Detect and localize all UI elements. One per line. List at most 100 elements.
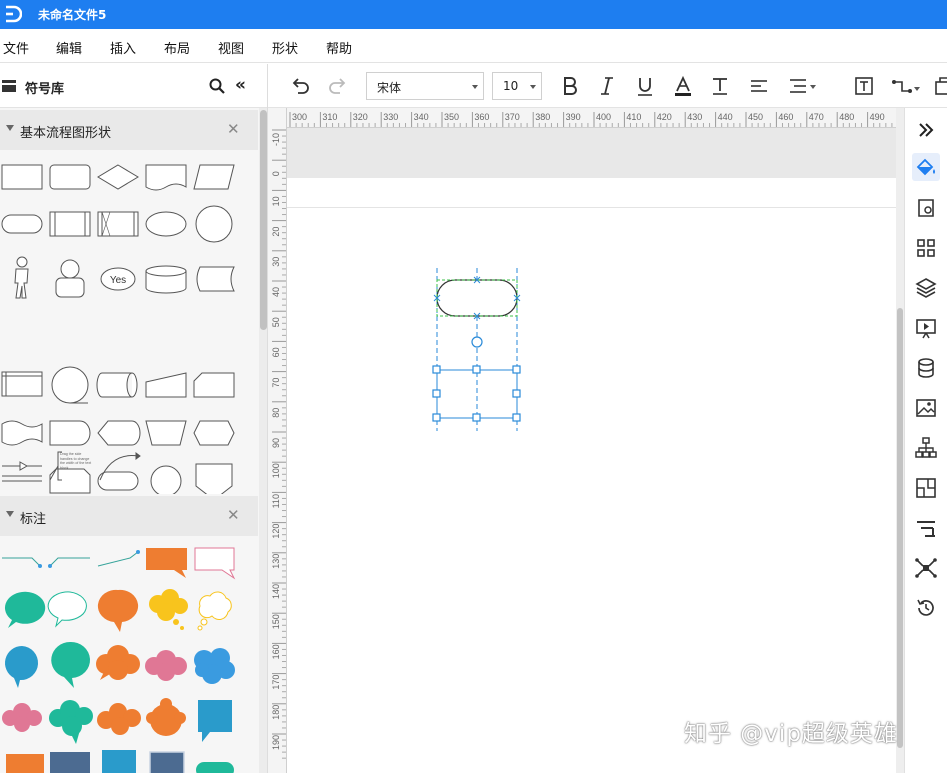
callout-line-1[interactable] xyxy=(2,557,42,568)
callout-cloud-blue[interactable] xyxy=(194,648,235,684)
shape-process[interactable] xyxy=(1,164,43,190)
shape-manual-op[interactable] xyxy=(97,211,139,237)
timeline-icon[interactable] xyxy=(912,514,940,542)
canvas-terminator-shape[interactable] xyxy=(436,279,518,317)
shape-terminator[interactable] xyxy=(1,214,43,234)
close-category-icon[interactable]: ✕ xyxy=(227,506,240,524)
shape-ellipse[interactable] xyxy=(145,211,187,237)
page-settings-icon[interactable] xyxy=(912,194,940,222)
callout-round-blue[interactable] xyxy=(4,646,39,688)
search-icon[interactable] xyxy=(209,78,225,94)
shape-arrow-line[interactable] xyxy=(2,461,42,471)
horizontal-ruler[interactable]: 300 310 320 330 340 350 360 370 380 390 400 410 420 4… xyxy=(287,108,896,128)
layers-icon[interactable] xyxy=(912,274,940,302)
arrange-icon[interactable] xyxy=(932,74,947,98)
category-basic-flowchart[interactable]: 基本流程图形状 ✕ xyxy=(0,110,258,150)
shape-internal-storage[interactable] xyxy=(1,371,43,397)
undo-icon[interactable] xyxy=(288,74,312,98)
shape-actor[interactable] xyxy=(14,256,29,299)
callout-pill-teal[interactable] xyxy=(196,762,234,773)
shape-preparation[interactable] xyxy=(193,420,235,446)
shape-curve-arrow[interactable] xyxy=(99,455,139,481)
menu-insert[interactable]: 插入 xyxy=(110,38,136,57)
callout-rect-teal-2[interactable] xyxy=(102,750,136,773)
callout-cloud-orange-2[interactable] xyxy=(97,703,141,735)
callout-thought-yellow[interactable] xyxy=(149,589,188,630)
sidebar-scrollbar-thumb[interactable] xyxy=(260,110,267,330)
callout-rect-pink-outline[interactable] xyxy=(194,547,236,580)
shape-manual-input[interactable] xyxy=(145,372,187,398)
line-spacing-icon[interactable] xyxy=(786,74,820,98)
shape-person[interactable] xyxy=(55,259,85,298)
shape-card[interactable] xyxy=(193,372,235,398)
italic-icon[interactable] xyxy=(595,74,619,98)
drawing-canvas[interactable] xyxy=(287,128,896,773)
underline-icon[interactable] xyxy=(633,74,657,98)
text-box-icon[interactable] xyxy=(852,74,876,98)
text-style-icon[interactable] xyxy=(708,74,732,98)
menu-shape[interactable]: 形状 xyxy=(272,38,298,57)
sidebar-scrollbar[interactable] xyxy=(259,108,267,773)
menu-edit[interactable]: 编辑 xyxy=(56,38,82,57)
expand-panel-icon[interactable] xyxy=(912,116,940,144)
close-category-icon[interactable]: ✕ xyxy=(227,120,240,138)
callout-line-3[interactable] xyxy=(97,550,140,567)
floor-plan-icon[interactable] xyxy=(912,474,940,502)
callout-round-teal[interactable] xyxy=(51,641,91,688)
menu-help[interactable]: 帮助 xyxy=(326,38,352,57)
callout-line-2[interactable] xyxy=(48,557,90,568)
callout-cloud-pink-2[interactable] xyxy=(2,703,42,732)
shape-predefined-process[interactable] xyxy=(49,211,91,237)
callout-cloud-pink[interactable] xyxy=(145,650,187,681)
shape-stored-data[interactable] xyxy=(196,266,235,292)
menu-layout[interactable]: 布局 xyxy=(164,38,190,57)
menu-file[interactable]: 文件 xyxy=(3,38,29,57)
bold-icon[interactable] xyxy=(558,74,582,98)
shape-document[interactable] xyxy=(145,164,187,191)
align-left-icon[interactable] xyxy=(747,74,771,98)
canvas-scrollbar-thumb[interactable] xyxy=(897,308,903,748)
history-icon[interactable] xyxy=(912,594,940,622)
callout-cloud-orange[interactable] xyxy=(96,645,140,680)
callout-oval-teal[interactable] xyxy=(4,591,46,628)
data-icon[interactable] xyxy=(912,354,940,382)
callout-cloud-teal[interactable] xyxy=(49,700,93,744)
callout-rect-navy-outline[interactable] xyxy=(149,751,185,773)
shape-data[interactable] xyxy=(193,164,235,190)
callout-oval-teal-outline[interactable] xyxy=(47,591,87,628)
shape-direct-data[interactable] xyxy=(96,372,138,398)
mind-map-icon[interactable] xyxy=(912,554,940,582)
shape-rounded-rect[interactable] xyxy=(49,164,91,190)
font-family-select[interactable]: 宋体 xyxy=(366,72,484,100)
shape-sequential-data[interactable] xyxy=(51,366,89,404)
shape-decision[interactable] xyxy=(97,164,139,190)
canvas-scrollbar[interactable] xyxy=(896,108,904,773)
menu-view[interactable]: 视图 xyxy=(218,38,244,57)
connector-style-icon[interactable] xyxy=(890,74,924,98)
vertical-ruler[interactable]: -10 0 10 20 30 40 50 60 70 80 90 100 110 120 130 140 150… xyxy=(268,108,287,773)
shape-circle[interactable] xyxy=(195,205,233,243)
callout-square-orange[interactable] xyxy=(6,754,44,773)
font-color-icon[interactable] xyxy=(671,74,695,98)
presentation-icon[interactable] xyxy=(912,314,940,342)
callout-oval-orange[interactable] xyxy=(97,589,139,632)
shape-manual-operation[interactable] xyxy=(145,420,187,446)
font-size-select[interactable]: 10 xyxy=(492,72,542,100)
org-chart-icon[interactable] xyxy=(912,434,940,462)
callout-burst-orange[interactable] xyxy=(146,698,186,736)
shape-delay[interactable] xyxy=(49,420,91,446)
callout-square-teal[interactable] xyxy=(198,700,232,742)
category-callouts[interactable]: 标注 ✕ xyxy=(0,496,258,536)
grid-view-icon[interactable] xyxy=(912,234,940,262)
collapse-panel-icon[interactable]: « xyxy=(235,77,246,94)
callout-rect-orange[interactable] xyxy=(146,548,187,578)
redo-icon[interactable] xyxy=(326,74,350,98)
shape-display[interactable] xyxy=(97,420,141,446)
shape-database[interactable] xyxy=(145,265,187,294)
selection-box[interactable] xyxy=(436,369,518,419)
shape-punched-tape[interactable] xyxy=(1,420,43,446)
callout-thought-yellow-outline[interactable] xyxy=(197,591,232,631)
rotate-handle[interactable] xyxy=(471,336,483,348)
fill-bucket-icon[interactable] xyxy=(912,153,940,181)
image-icon[interactable] xyxy=(912,394,940,422)
